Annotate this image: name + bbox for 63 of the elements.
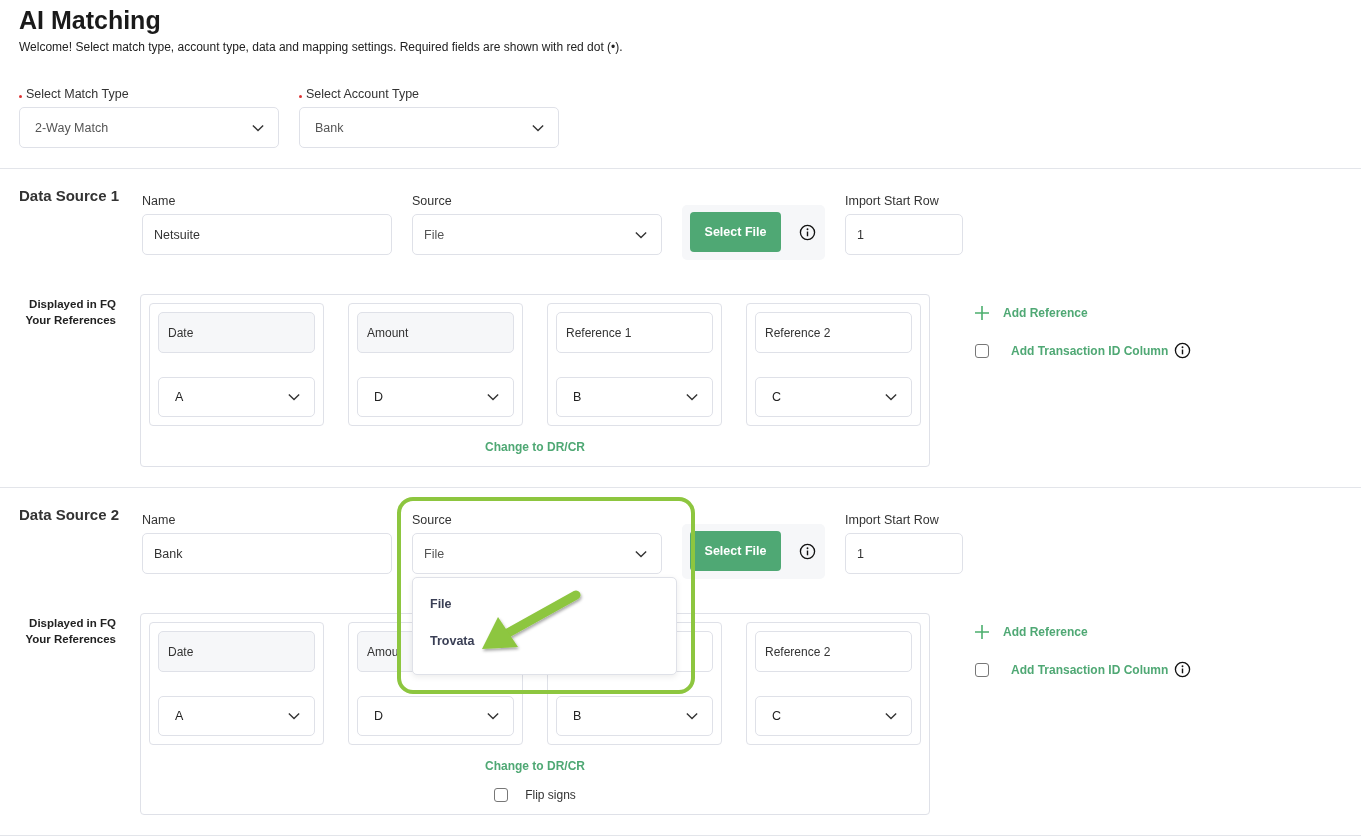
chevron-down-icon [288,712,300,720]
dropdown-select[interactable]: Bank [299,107,559,148]
section-heading: Data Source 2 [19,506,121,523]
field-label: Name [142,513,177,527]
column-select[interactable]: C [755,377,912,417]
reference-input[interactable]: Reference 2 [755,312,912,353]
mapping-label: Your References [25,313,116,328]
info-icon[interactable] [799,542,816,560]
plus-icon [975,306,989,320]
field-label: Import Start Row [845,194,940,208]
chevron-down-icon [532,123,544,132]
dropdown-select[interactable]: 2-Way Match [19,107,279,148]
chevron-down-icon [885,712,897,720]
checkbox-label: Add Transaction ID Column [1011,343,1169,358]
chevron-down-icon [487,393,499,401]
chevron-down-icon [487,712,499,720]
column-select[interactable]: D [357,696,514,736]
reference-input[interactable]: Reference 1 [556,312,713,353]
start-row-input[interactable]: 1 [845,214,963,255]
column-select[interactable]: A [158,377,315,417]
name-input[interactable]: Bank [142,533,392,574]
checkbox-label: Flip signs [525,788,576,802]
column-select[interactable]: B [556,696,713,736]
info-icon[interactable] [1174,342,1192,359]
info-icon[interactable] [799,223,816,241]
page-description: Welcome! Select match type, account type, data and mapping settings. Required fields are shown with red dot (•). [19,40,624,54]
field-label: Name [142,194,177,208]
chevron-down-icon [252,123,264,132]
source-select[interactable]: File [412,214,662,255]
chevron-down-icon [885,393,897,401]
chevron-down-icon [686,712,698,720]
field-label: Source [412,194,453,208]
column-select[interactable]: C [755,696,912,736]
chevron-down-icon [635,549,647,558]
mapping-label: Displayed in FQ [29,297,116,312]
field-label: Source [412,513,453,527]
field-label: Select Account Type [306,87,420,101]
column-select[interactable]: D [357,377,514,417]
mapping-label: Displayed in FQ [29,616,116,631]
reference-input[interactable]: Reference 2 [755,631,912,672]
checkbox-label: Add Transaction ID Column [1011,662,1169,677]
checkbox[interactable] [975,343,989,358]
info-icon[interactable] [1174,661,1192,678]
checkbox[interactable] [975,662,989,677]
chevron-down-icon [288,393,300,401]
field-label: Import Start Row [845,513,940,527]
chevron-down-icon [635,230,647,239]
field-name: Amount [357,312,514,353]
checkbox[interactable] [494,788,509,802]
field-label: Select Match Type [26,87,129,101]
page-title: AI Matching [19,6,161,35]
source-select[interactable]: File [412,533,662,574]
mapping-label: Your References [25,632,116,647]
start-row-input[interactable]: 1 [845,533,963,574]
name-input[interactable]: Netsuite [142,214,392,255]
section-heading: Data Source 1 [19,187,121,204]
column-select[interactable]: A [158,696,315,736]
menu-option[interactable]: File [413,588,676,625]
chevron-down-icon [686,393,698,401]
plus-icon [975,625,989,639]
column-select[interactable]: B [556,377,713,417]
field-name: Date [158,312,315,353]
field-name: Date [158,631,315,672]
